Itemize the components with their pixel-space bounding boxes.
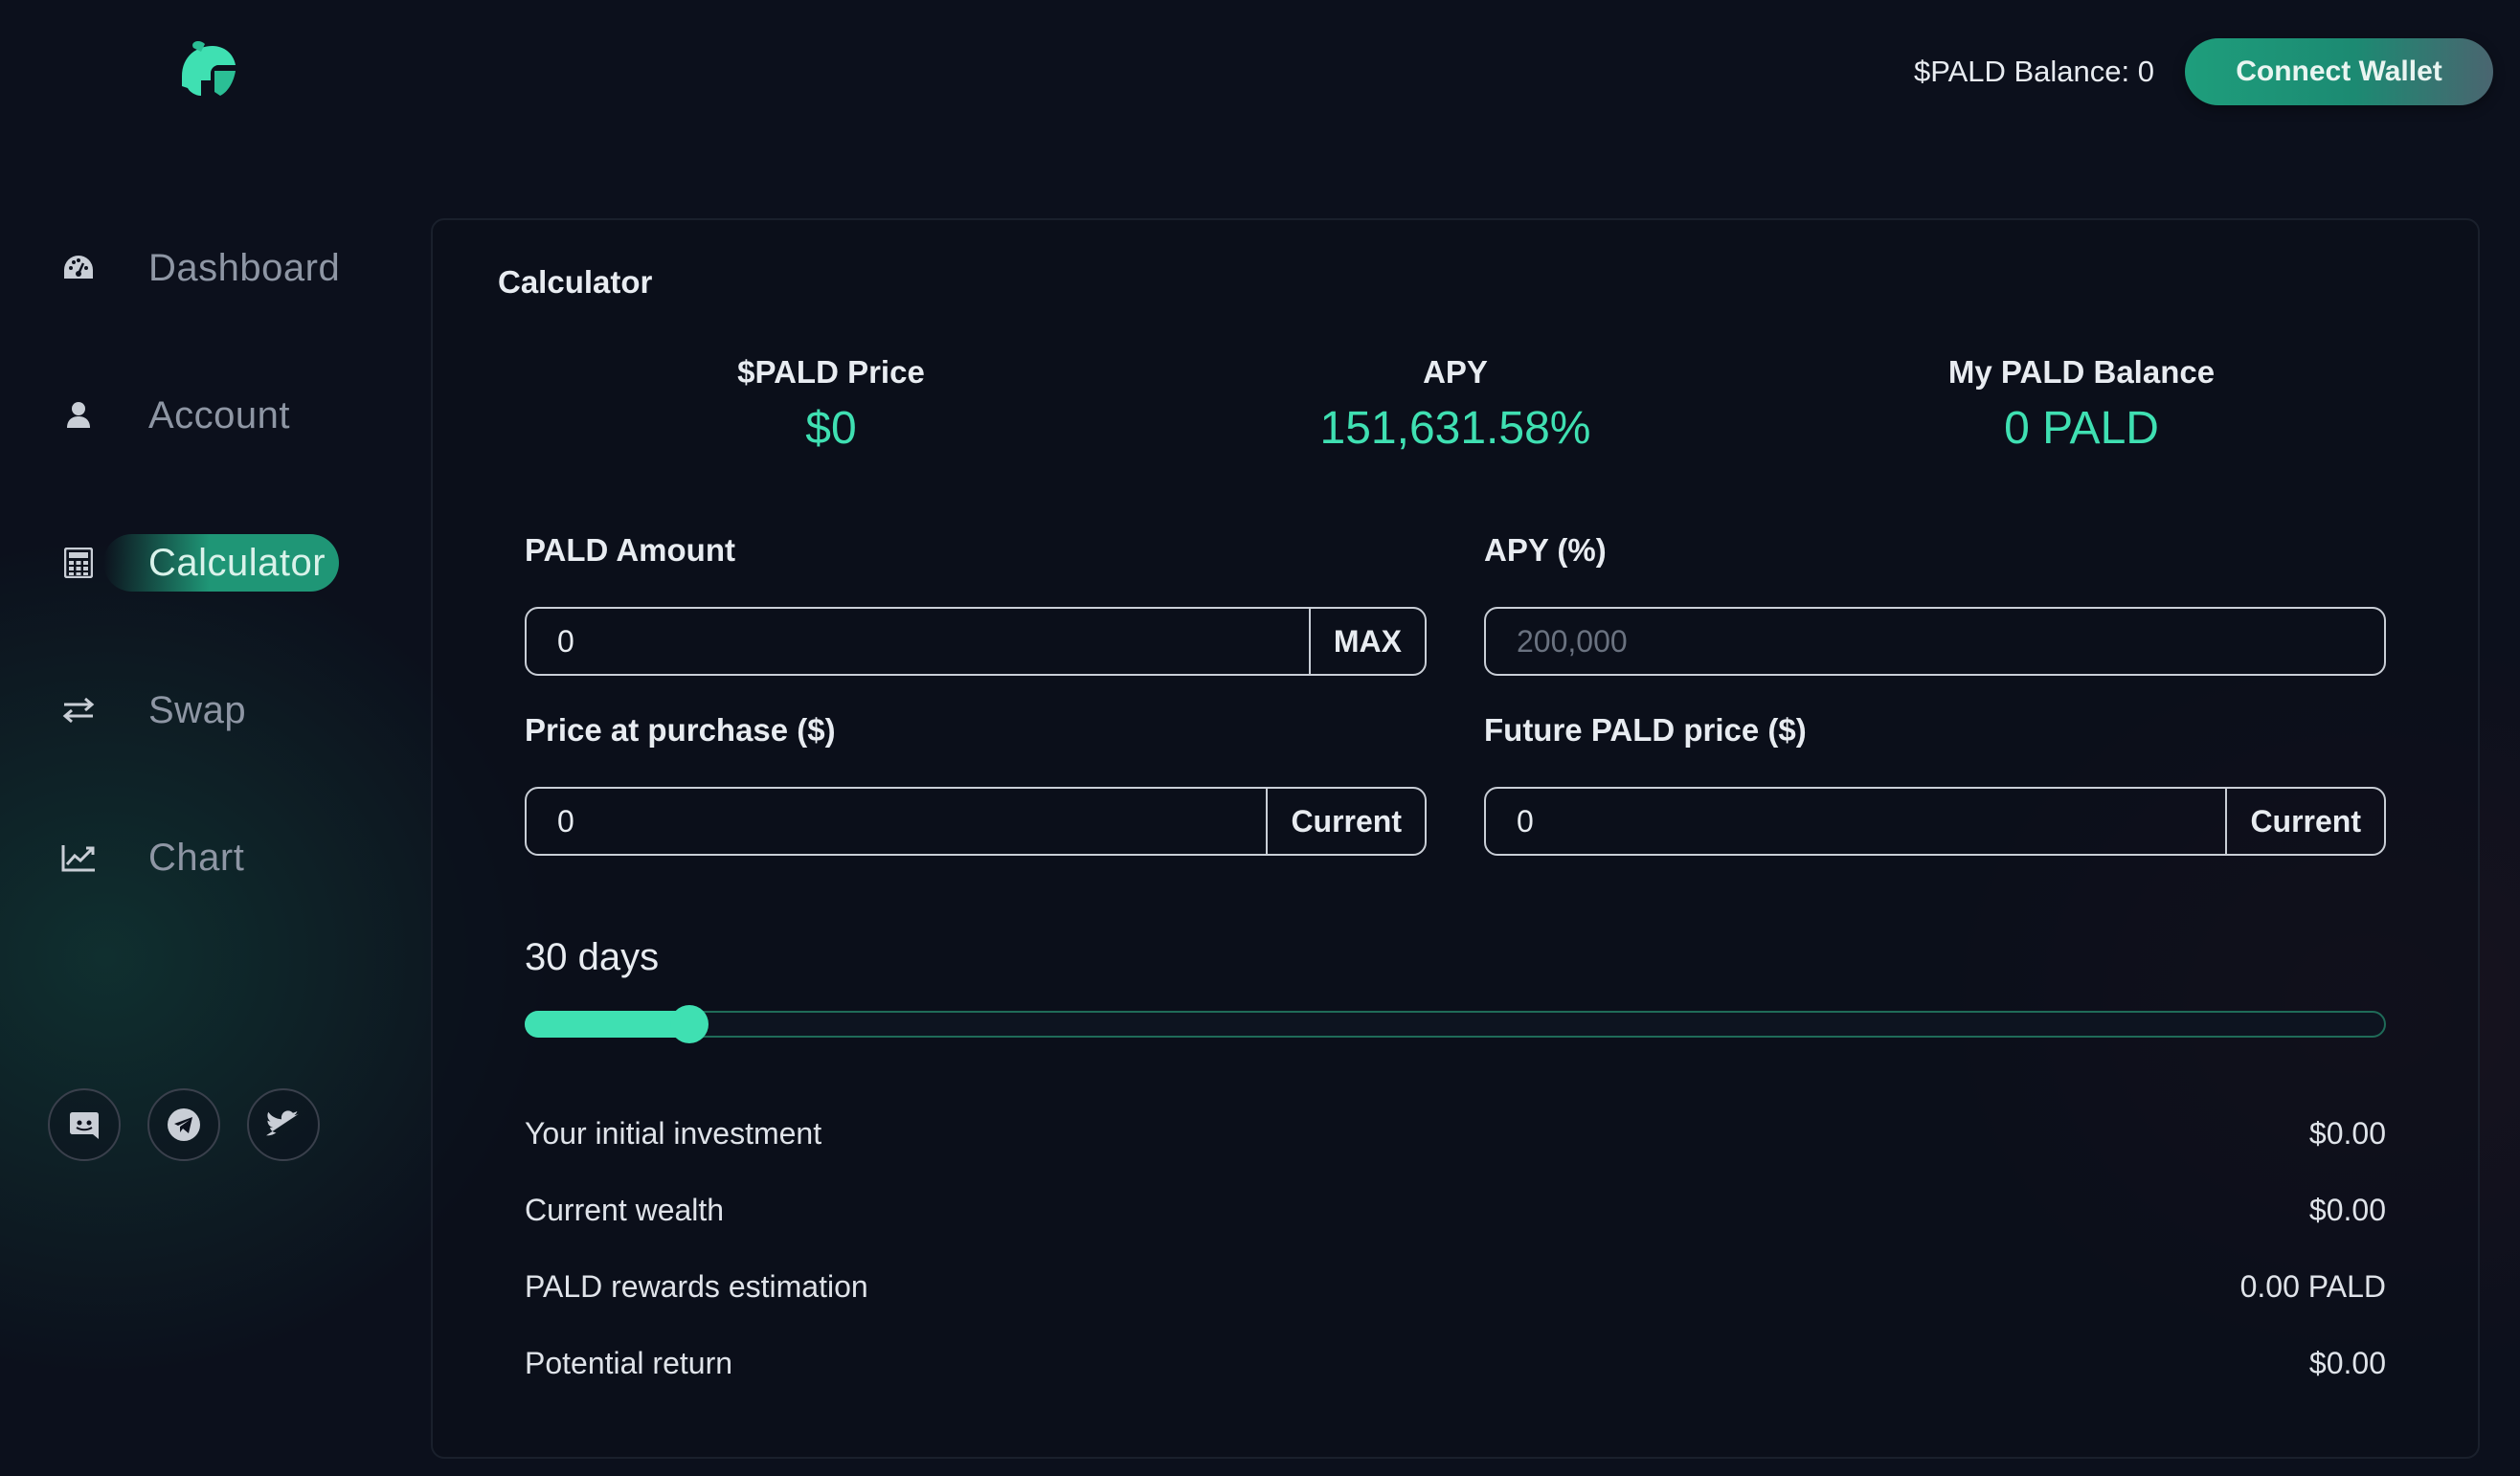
sidebar-item-label: Swap xyxy=(148,688,247,731)
stat-pald-price: $PALD Price $0 xyxy=(592,354,1070,455)
sidebar-item-swap[interactable]: Swap xyxy=(0,682,383,739)
future-current-button[interactable]: Current xyxy=(2225,789,2384,854)
future-price-field: Current xyxy=(1484,787,2386,856)
twitter-icon[interactable] xyxy=(247,1088,320,1161)
result-value: $0.00 xyxy=(2308,1116,2386,1151)
apy-field xyxy=(1484,607,2386,676)
telegram-icon[interactable] xyxy=(147,1088,220,1161)
spartan-helmet-logo[interactable] xyxy=(172,38,241,107)
purchase-current-button[interactable]: Current xyxy=(1266,789,1425,854)
result-label: Current wealth xyxy=(525,1193,725,1227)
max-button[interactable]: MAX xyxy=(1308,609,1425,674)
stat-value: $0 xyxy=(805,403,857,454)
sidebar-item-label: Dashboard xyxy=(148,246,341,289)
pald-amount-field: MAX xyxy=(525,607,1427,676)
pald-balance-text: $PALD Balance: 0 xyxy=(1913,55,2154,88)
sidebar-item-chart[interactable]: Chart xyxy=(0,829,383,886)
result-value: $0.00 xyxy=(2308,1193,2386,1227)
result-row: Current wealth $0.00 xyxy=(525,1193,2386,1228)
sidebar-item-label: Account xyxy=(148,393,291,436)
apy-input[interactable] xyxy=(1486,609,2384,674)
chart-line-icon xyxy=(59,839,98,877)
user-icon xyxy=(59,396,98,435)
result-label: Potential return xyxy=(525,1346,733,1380)
stat-value: 0 PALD xyxy=(2004,403,2159,454)
sidebar-item-dashboard[interactable]: Dashboard xyxy=(0,239,383,297)
stat-apy: APY 151,631.58% xyxy=(1216,354,1695,455)
future-price-label: Future PALD price ($) xyxy=(1484,712,1807,748)
days-slider-track[interactable] xyxy=(525,1011,2386,1038)
calculator-panel: Calculator $PALD Price $0 APY 151,631.58… xyxy=(431,218,2480,1459)
future-price-input[interactable] xyxy=(1486,789,2226,854)
panel-title: Calculator xyxy=(498,264,653,300)
days-slider-fill xyxy=(525,1011,689,1038)
discord-icon[interactable] xyxy=(48,1088,121,1161)
pald-amount-label: PALD Amount xyxy=(525,532,735,568)
purchase-price-label: Price at purchase ($) xyxy=(525,712,836,748)
calculator-icon xyxy=(59,544,98,582)
stat-value: 151,631.58% xyxy=(1319,403,1591,454)
social-links xyxy=(48,1088,320,1161)
swap-arrows-icon xyxy=(59,691,98,729)
sidebar-item-label: Chart xyxy=(148,836,245,879)
result-label: Your initial investment xyxy=(525,1116,822,1151)
sidebar-item-account[interactable]: Account xyxy=(0,387,383,444)
apy-label: APY (%) xyxy=(1484,532,1607,568)
purchase-price-input[interactable] xyxy=(527,789,1267,854)
result-label: PALD rewards estimation xyxy=(525,1269,868,1304)
stat-label: $PALD Price xyxy=(737,354,925,390)
days-slider-thumb[interactable] xyxy=(669,1005,709,1043)
connect-wallet-button[interactable]: Connect Wallet xyxy=(2185,38,2493,105)
pald-amount-input[interactable] xyxy=(527,609,1309,674)
result-row: Your initial investment $0.00 xyxy=(525,1116,2386,1152)
dashboard-gauge-icon xyxy=(59,249,98,287)
sidebar-item-calculator[interactable]: Calculator xyxy=(0,534,383,592)
stat-label: My PALD Balance xyxy=(1947,354,2216,390)
result-row: PALD rewards estimation 0.00 PALD xyxy=(525,1269,2386,1305)
stat-pald-balance: My PALD Balance 0 PALD xyxy=(1842,354,2321,455)
stat-label: APY xyxy=(1423,354,1488,390)
result-value: 0.00 PALD xyxy=(2239,1269,2386,1304)
purchase-price-field: Current xyxy=(525,787,1427,856)
sidebar-item-label: Calculator xyxy=(148,541,326,584)
result-value: $0.00 xyxy=(2308,1346,2386,1380)
result-row: Potential return $0.00 xyxy=(525,1346,2386,1381)
days-label: 30 days xyxy=(525,936,660,978)
